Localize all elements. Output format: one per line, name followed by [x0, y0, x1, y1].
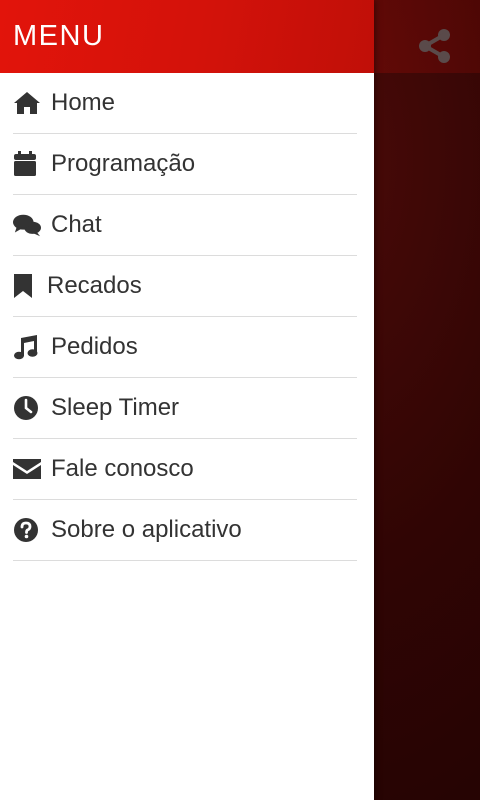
- menu-item-label: Recados: [47, 272, 142, 299]
- share-icon: [418, 28, 452, 69]
- menu-item-label: Sleep Timer: [51, 394, 180, 421]
- menu-item-recados[interactable]: Recados: [13, 256, 357, 317]
- clock-icon: [13, 394, 41, 422]
- bookmark-icon: [13, 272, 37, 300]
- menu-item-pedidos[interactable]: Pedidos: [13, 317, 357, 378]
- music-note-icon: [13, 333, 41, 361]
- drawer-header: MENU: [0, 0, 374, 73]
- menu-item-sobre[interactable]: Sobre o aplicativo: [13, 500, 357, 561]
- menu-item-label: Programação: [51, 150, 196, 177]
- menu-item-label: Fale conosco: [51, 455, 194, 482]
- menu-item-fale-conosco[interactable]: Fale conosco: [13, 439, 357, 500]
- calendar-icon: [13, 150, 41, 178]
- menu-item-label: Chat: [51, 211, 102, 238]
- menu-item-sleep-timer[interactable]: Sleep Timer: [13, 378, 357, 439]
- menu-item-home[interactable]: Home: [13, 73, 357, 134]
- home-icon: [13, 89, 41, 117]
- menu-item-label: Sobre o aplicativo: [51, 516, 242, 543]
- menu-item-chat[interactable]: Chat: [13, 195, 357, 256]
- menu-item-label: Home: [51, 89, 116, 116]
- menu-item-label: Pedidos: [51, 333, 138, 360]
- chat-bubbles-icon: [13, 211, 41, 239]
- drawer-menu: Home Programação Chat Recados Pedidos Sl…: [0, 73, 374, 561]
- drawer-title: MENU: [13, 20, 105, 52]
- menu-item-programacao[interactable]: Programação: [13, 134, 357, 195]
- envelope-icon: [13, 455, 41, 483]
- navigation-drawer: MENU Home Programação Chat Recados Pedid…: [0, 0, 374, 800]
- share-button[interactable]: [414, 27, 456, 69]
- question-circle-icon: [13, 516, 41, 544]
